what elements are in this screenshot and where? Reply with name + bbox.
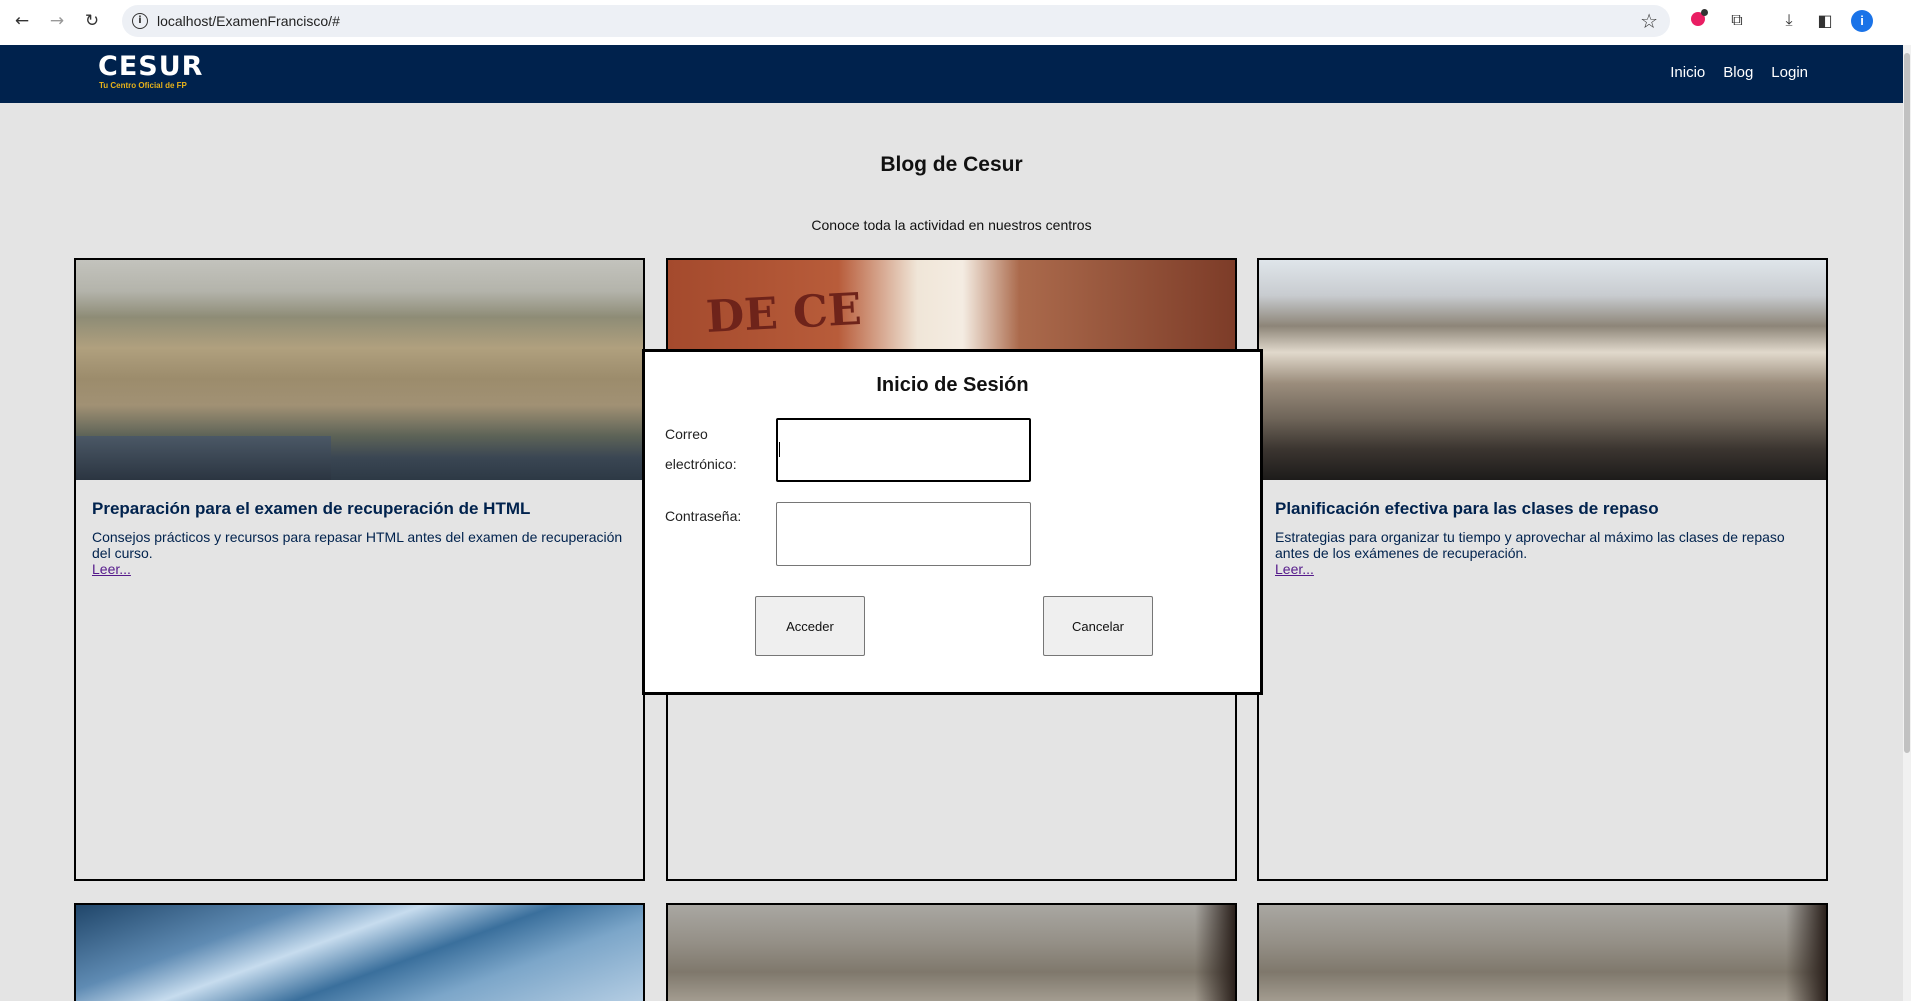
site-header: CESUR Tu Centro Oficial de FP Inicio Blo… xyxy=(0,45,1903,103)
card-title: Preparación para el examen de recuperaci… xyxy=(92,499,531,518)
email-label-line1: Correo xyxy=(665,426,708,442)
blog-card-partial xyxy=(1257,903,1828,1001)
card-read-link[interactable]: Leer... xyxy=(1275,561,1314,577)
blog-card-partial xyxy=(74,903,645,1001)
blog-card-partial xyxy=(666,903,1237,1001)
bookmark-star-icon[interactable]: ☆ xyxy=(1640,9,1658,33)
browser-toolbar: ← → ↻ i localhost/ExamenFrancisco/# ☆ ⧉ … xyxy=(0,0,1911,45)
main-nav: Inicio Blog Login xyxy=(1670,64,1808,81)
card-description: Consejos prácticos y recursos para repas… xyxy=(92,529,623,561)
nav-blog[interactable]: Blog xyxy=(1723,64,1753,81)
mug-lettering: DE CE xyxy=(704,283,863,344)
blog-card: Preparación para el examen de recuperaci… xyxy=(74,258,645,881)
back-icon[interactable]: ← xyxy=(10,9,34,33)
login-cancel-button[interactable]: Cancelar xyxy=(1043,596,1153,656)
scrollbar-thumb[interactable] xyxy=(1904,53,1910,753)
card-image-pier xyxy=(1259,260,1826,480)
reload-icon[interactable]: ↻ xyxy=(80,9,104,33)
login-modal: Inicio de Sesión Correo electrónico: Con… xyxy=(642,349,1263,695)
page-scrollbar[interactable] xyxy=(1903,45,1911,1001)
profile-avatar[interactable]: i xyxy=(1851,10,1873,32)
logo-tagline: Tu Centro Oficial de FP xyxy=(99,81,187,90)
url-text[interactable]: localhost/ExamenFrancisco/# xyxy=(157,13,340,29)
card-title: Planificación efectiva para las clases d… xyxy=(1275,499,1659,518)
password-field[interactable] xyxy=(776,502,1031,566)
card-description: Estrategias para organizar tu tiempo y a… xyxy=(1275,529,1785,561)
cesur-logo[interactable]: CESUR Tu Centro Oficial de FP xyxy=(98,51,204,91)
logo-text: CESUR xyxy=(98,51,204,82)
text-caret xyxy=(779,442,780,457)
card-image-city xyxy=(1259,905,1826,1001)
login-submit-button[interactable]: Acceder xyxy=(755,596,865,656)
password-label: Contraseña: xyxy=(665,508,742,524)
blog-card: Planificación efectiva para las clases d… xyxy=(1257,258,1828,881)
nav-inicio[interactable]: Inicio xyxy=(1670,64,1705,81)
email-field[interactable] xyxy=(776,418,1031,482)
side-panel-icon[interactable]: ◧ xyxy=(1814,9,1836,31)
address-bar[interactable]: i localhost/ExamenFrancisco/# ☆ xyxy=(122,5,1670,37)
card-image-cliff xyxy=(76,260,643,480)
forward-icon[interactable]: → xyxy=(45,9,69,33)
modal-title: Inicio de Sesión xyxy=(876,374,1029,396)
site-info-icon[interactable]: i xyxy=(132,13,148,29)
extensions-puzzle-icon[interactable]: ⧉ xyxy=(1726,9,1748,31)
page-title: Blog de Cesur xyxy=(880,153,1023,176)
extension-icon[interactable] xyxy=(1691,9,1708,26)
email-label-line2: electrónico: xyxy=(665,456,737,472)
card-image-wave xyxy=(76,905,643,1001)
email-label: Correo electrónico: xyxy=(665,419,737,479)
download-icon[interactable]: ⤓ xyxy=(1778,9,1800,31)
nav-login[interactable]: Login xyxy=(1771,64,1808,81)
card-image-city xyxy=(668,905,1235,1001)
card-read-link[interactable]: Leer... xyxy=(92,561,131,577)
page-subtitle: Conoce toda la actividad en nuestros cen… xyxy=(811,217,1092,233)
